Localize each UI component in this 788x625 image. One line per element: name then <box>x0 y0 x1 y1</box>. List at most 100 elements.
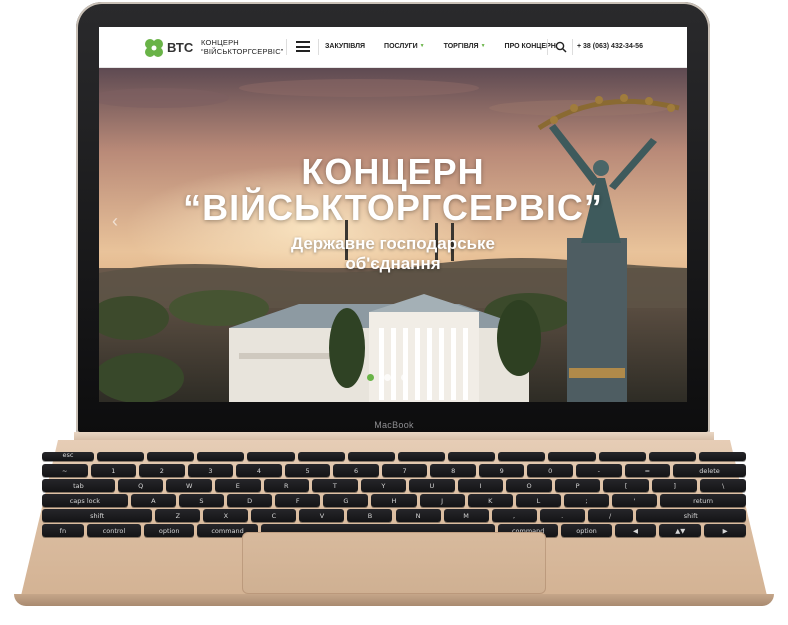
key-a[interactable]: A <box>130 494 176 507</box>
function-key[interactable] <box>347 452 395 461</box>
nav-item-services[interactable]: ПОСЛУГИ ▼ <box>384 43 425 50</box>
function-key[interactable] <box>397 452 445 461</box>
key--[interactable]: ; <box>563 494 610 507</box>
key--[interactable]: , <box>491 509 537 522</box>
slider-pagination <box>367 374 408 381</box>
key--[interactable]: ▶ <box>704 524 746 537</box>
main-nav: ЗАКУПІВЛЯ ПОСЛУГИ ▼ ТОРГІВЛЯ ▼ ПРО КОНЦЕРН <box>325 43 575 50</box>
key-4[interactable]: 4 <box>236 464 282 477</box>
key-label: - <box>597 467 600 475</box>
nav-item-trade[interactable]: ТОРГІВЛЯ ▼ <box>444 43 486 50</box>
key-label: option <box>158 527 180 535</box>
key-3[interactable]: 3 <box>187 464 234 477</box>
key-e[interactable]: E <box>214 479 261 492</box>
key-fn[interactable]: fn <box>42 524 84 537</box>
key-9[interactable]: 9 <box>478 464 525 477</box>
key-2[interactable]: 2 <box>139 464 185 477</box>
key-v[interactable]: V <box>299 509 345 522</box>
key-k[interactable]: K <box>467 494 513 507</box>
key-shift[interactable]: shift <box>635 509 746 522</box>
key-7[interactable]: 7 <box>381 464 428 477</box>
key--[interactable]: / <box>587 509 633 522</box>
function-key[interactable] <box>498 452 546 461</box>
logo-text[interactable]: ВТС <box>167 40 193 55</box>
key-option[interactable]: option <box>561 524 612 537</box>
key-1[interactable]: 1 <box>90 464 137 477</box>
key-option[interactable]: option <box>144 524 195 537</box>
key-label: 4 <box>256 467 262 475</box>
key-c[interactable]: C <box>251 509 297 522</box>
key-caps-lock[interactable]: caps lock <box>42 494 128 507</box>
key-shift[interactable]: shift <box>42 509 153 522</box>
key-d[interactable]: D <box>227 494 273 507</box>
key-6[interactable]: 6 <box>333 464 379 477</box>
function-key[interactable] <box>698 452 746 461</box>
clover-logo-icon[interactable] <box>143 37 165 59</box>
key-5[interactable]: 5 <box>284 464 331 477</box>
key--[interactable]: \ <box>700 479 746 492</box>
key-0[interactable]: 0 <box>527 464 574 477</box>
key-label: shift <box>683 512 698 520</box>
key--[interactable]: ] <box>651 479 698 492</box>
function-key[interactable] <box>96 452 145 461</box>
function-key[interactable] <box>448 452 496 461</box>
key-f[interactable]: F <box>275 494 321 507</box>
slider-dot-2[interactable] <box>384 374 391 381</box>
key--[interactable]: ' <box>612 494 658 507</box>
key-n[interactable]: N <box>395 509 441 522</box>
key-b[interactable]: B <box>347 509 393 522</box>
function-key[interactable] <box>247 452 295 461</box>
key--[interactable]: [ <box>603 479 649 492</box>
function-key[interactable] <box>147 452 195 461</box>
key-u[interactable]: U <box>409 479 455 492</box>
phone-number[interactable]: + 38 (063) 432-34-56 <box>577 43 643 50</box>
key-control[interactable]: control <box>86 524 142 537</box>
key-q[interactable]: Q <box>117 479 164 492</box>
key-m[interactable]: M <box>443 509 489 522</box>
key-h[interactable]: H <box>371 494 417 507</box>
key-label: 3 <box>208 467 213 475</box>
key--[interactable]: . <box>539 509 585 522</box>
key-8[interactable]: 8 <box>430 464 476 477</box>
function-key[interactable] <box>297 452 345 461</box>
key-x[interactable]: X <box>203 509 249 522</box>
nav-item-label: ПРО КОНЦЕРН <box>504 43 556 50</box>
key-label: 5 <box>305 467 310 475</box>
key-r[interactable]: R <box>263 479 310 492</box>
nav-item-about[interactable]: ПРО КОНЦЕРН <box>505 43 556 50</box>
hamburger-menu-icon[interactable] <box>296 41 310 52</box>
key--[interactable]: ~ <box>42 464 88 477</box>
slider-dot-3[interactable] <box>401 374 408 381</box>
function-key[interactable] <box>598 452 646 461</box>
brand-name[interactable]: КОНЦЕРН “ВІЙСЬКТОРГСЕРВІС” <box>201 38 284 56</box>
key--[interactable]: - <box>576 464 622 477</box>
key-esc[interactable]: esc <box>42 451 94 461</box>
nav-item-procurement[interactable]: ЗАКУПІВЛЯ <box>325 43 365 50</box>
slider-dot-1[interactable] <box>367 374 374 381</box>
key-y[interactable]: Y <box>360 479 407 492</box>
trackpad[interactable] <box>242 532 546 594</box>
keyboard: esc ~1 2 3 4 5 6 7 8 9 0 - = delete tab Q W E R T Y U I O P [] \ ca… <box>42 451 746 537</box>
key-label: shift <box>90 512 105 520</box>
key-p[interactable]: P <box>554 479 601 492</box>
key--[interactable]: ◀ <box>614 524 657 537</box>
key-delete[interactable]: delete <box>673 464 746 477</box>
function-key[interactable] <box>548 452 596 461</box>
key-s[interactable]: S <box>178 494 225 507</box>
function-key[interactable] <box>197 452 245 461</box>
key-l[interactable]: L <box>515 494 561 507</box>
key-label: I <box>479 482 482 490</box>
key-return[interactable]: return <box>660 494 746 507</box>
key--[interactable]: = <box>624 464 671 477</box>
search-icon[interactable] <box>555 41 567 53</box>
key-i[interactable]: I <box>457 479 504 492</box>
key-g[interactable]: G <box>323 494 369 507</box>
key-tab[interactable]: tab <box>42 479 115 492</box>
key-t[interactable]: T <box>312 479 358 492</box>
key-z[interactable]: Z <box>155 509 201 522</box>
key--[interactable]: ▲▼ <box>659 524 702 537</box>
function-key[interactable] <box>648 452 696 461</box>
key-j[interactable]: J <box>419 494 465 507</box>
key-o[interactable]: O <box>506 479 552 492</box>
key-w[interactable]: W <box>166 479 212 492</box>
